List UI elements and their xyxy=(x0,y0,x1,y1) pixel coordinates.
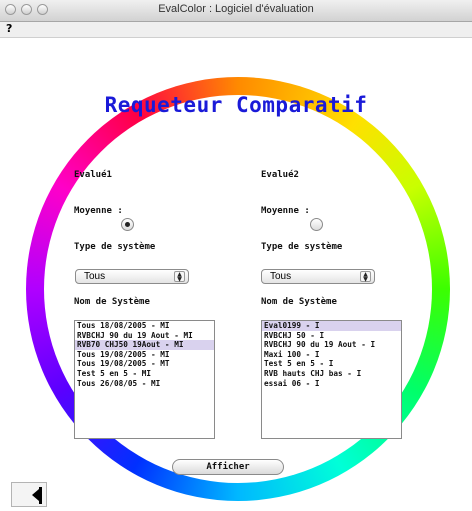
help-menu[interactable]: ? xyxy=(6,22,12,35)
list-item[interactable]: Maxi 100 - I xyxy=(262,350,401,360)
radio-selected-dot xyxy=(125,222,130,227)
left-type-select[interactable]: Tous ▲ ▼ xyxy=(75,269,189,284)
title-bar: EvalColor : Logiciel d'évaluation xyxy=(0,0,472,22)
left-nom-label: Nom de Système xyxy=(74,297,150,307)
back-arrow-icon xyxy=(32,489,39,501)
left-type-label: Type de système xyxy=(74,242,156,252)
left-system-list[interactable]: Tous 18/08/2005 - MI RVBCHJ 90 du 19 Aout… xyxy=(74,320,215,439)
list-item[interactable]: RVB70 CHJ50 19Aout - MI xyxy=(75,340,214,350)
list-item[interactable]: RVBCHJ 90 du 19 Aout - MI xyxy=(75,331,214,341)
left-moyenne-label: Moyenne : xyxy=(74,206,123,216)
list-item[interactable]: Eval0199 - I xyxy=(262,321,401,331)
left-moyenne-radio[interactable] xyxy=(121,218,134,231)
list-item[interactable]: Tous 19/08/2005 - MI xyxy=(75,350,214,360)
main-panel: Requeteur Comparatif Evalué1 Moyenne : T… xyxy=(0,38,472,511)
right-type-label: Type de système xyxy=(261,242,343,252)
menu-bar: ? xyxy=(0,22,472,38)
back-bar-icon xyxy=(39,487,42,504)
evalue1-title: Evalué1 xyxy=(74,170,112,180)
list-item[interactable]: RVBCHJ 90 du 19 Aout - I xyxy=(262,340,401,350)
list-item[interactable]: Tous 19/08/2005 - MT xyxy=(75,359,214,369)
list-item[interactable]: essai 06 - I xyxy=(262,379,401,389)
afficher-button[interactable]: Afficher xyxy=(172,459,284,475)
right-moyenne-radio[interactable] xyxy=(310,218,323,231)
app-window: EvalColor : Logiciel d'évaluation ? Requ… xyxy=(0,0,472,511)
left-type-value: Tous xyxy=(84,271,106,282)
select-arrows-icon: ▲ ▼ xyxy=(174,271,185,283)
list-item[interactable]: Tous 18/08/2005 - MI xyxy=(75,321,214,331)
evalue2-title: Evalué2 xyxy=(261,170,299,180)
list-item[interactable]: Test 5 en 5 - I xyxy=(262,359,401,369)
right-nom-label: Nom de Système xyxy=(261,297,337,307)
list-item[interactable]: Tous 26/08/05 - MI xyxy=(75,379,214,389)
window-title: EvalColor : Logiciel d'évaluation xyxy=(158,3,314,15)
back-button[interactable] xyxy=(11,482,47,507)
right-type-value: Tous xyxy=(270,271,292,282)
list-item[interactable]: RVB hauts CHJ bas - I xyxy=(262,369,401,379)
list-item[interactable]: Test 5 en 5 - MI xyxy=(75,369,214,379)
right-system-list[interactable]: Eval0199 - I RVBCHJ 50 - I RVBCHJ 90 du 19… xyxy=(261,320,402,439)
right-type-select[interactable]: Tous ▲ ▼ xyxy=(261,269,375,284)
right-moyenne-label: Moyenne : xyxy=(261,206,310,216)
select-arrows-icon: ▲ ▼ xyxy=(360,271,371,283)
page-heading: Requeteur Comparatif xyxy=(104,93,368,117)
list-item[interactable]: RVBCHJ 50 - I xyxy=(262,331,401,341)
